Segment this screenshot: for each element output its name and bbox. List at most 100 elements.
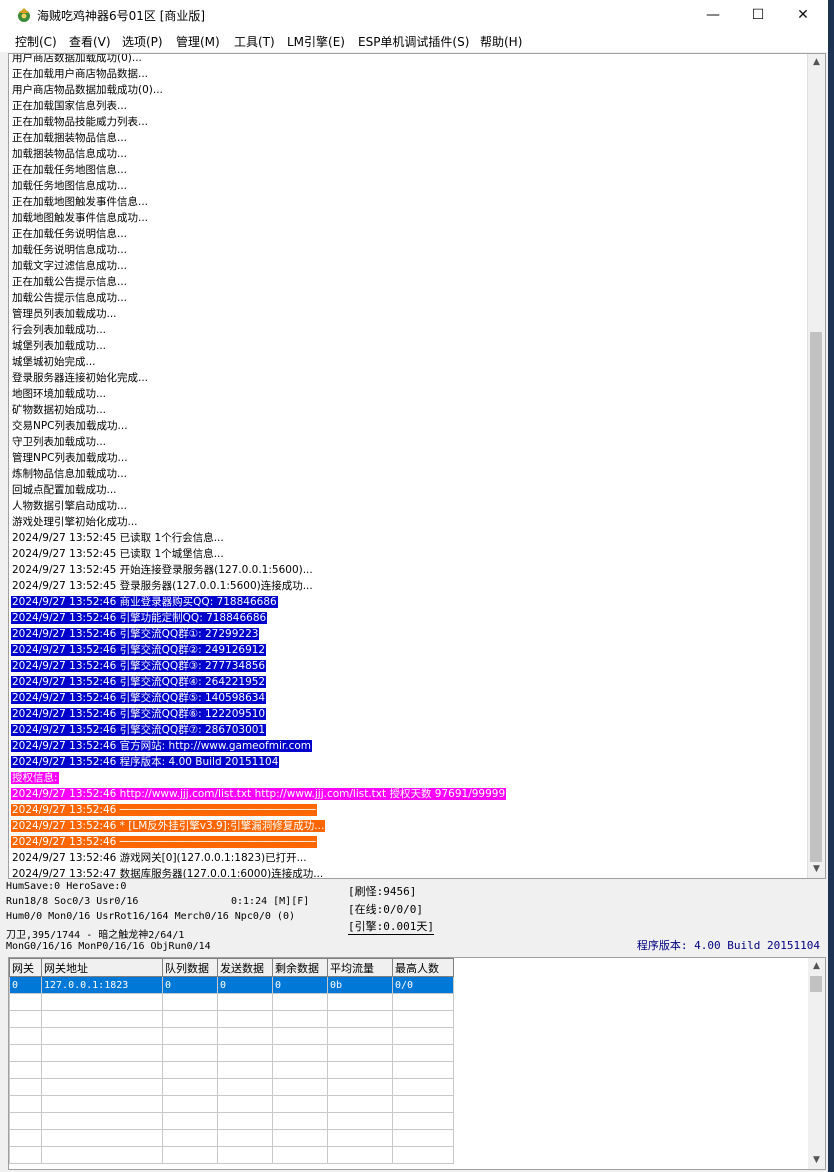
col-remain[interactable]: 剩余数据 (272, 958, 328, 977)
scroll-down-icon[interactable]: ▼ (808, 861, 825, 878)
table-cell (327, 1078, 393, 1096)
log-line: 人物数据引擎启动成功... (11, 498, 811, 514)
table-cell (162, 1129, 218, 1147)
table-cell: 127.0.0.1:1823 (41, 976, 163, 994)
col-avg-traffic[interactable]: 平均流量 (327, 958, 393, 977)
table-row[interactable] (9, 1010, 454, 1028)
table-cell (41, 1095, 163, 1113)
grid-scroll-down-icon[interactable]: ▼ (808, 1152, 825, 1169)
log-line: 2024/9/27 13:52:47 数据库服务器(127.0.0.1:6000… (11, 866, 811, 878)
log-panel[interactable]: 用户商店数据加载成功(0)... 正在加载用户商店物品数据... 用户商店物品数据加… (8, 53, 826, 879)
log-line-text: 2024/9/27 13:52:46 ─────────────────────… (11, 836, 317, 848)
log-line-text: 交易NPC列表加载成功... (12, 420, 128, 432)
menu-help[interactable]: 帮助(H) (480, 33, 522, 50)
table-cell (327, 1112, 393, 1130)
menu-esp-plugin[interactable]: ESP单机调试插件(S) (358, 33, 469, 50)
log-line-text: 正在加载国家信息列表... (12, 100, 128, 112)
table-cell (162, 1095, 218, 1113)
log-line: 2024/9/27 13:52:46 引擎交流QQ群⑦: 286703001 (11, 722, 811, 738)
log-line: 2024/9/27 13:52:45 已读取 1个行会信息... (11, 530, 811, 546)
table-cell (392, 1129, 454, 1147)
table-cell (41, 1129, 163, 1147)
log-line: 正在加载任务说明信息... (11, 226, 811, 242)
maximize-button[interactable]: ☐ (735, 0, 781, 30)
menu-tools[interactable]: 工具(T) (234, 33, 275, 50)
log-line-text: 2024/9/27 13:52:46 商业登录器购买QQ: 718846686 (11, 596, 278, 608)
app-icon (18, 8, 30, 22)
close-button[interactable]: ✕ (780, 0, 826, 30)
status-panel: HumSave:0 HeroSave:0 Run18/8 Soc0/3 Usr0… (6, 880, 826, 956)
menu-control[interactable]: 控制(C) (15, 33, 57, 50)
table-cell (9, 1095, 42, 1113)
log-line: 正在加载用户商店物品数据... (11, 66, 811, 82)
table-cell (327, 1146, 393, 1164)
log-line: 2024/9/27 13:52:46 引擎功能定制QQ: 718846686 (11, 610, 811, 626)
table-row[interactable] (9, 1146, 454, 1164)
table-cell (217, 993, 273, 1011)
table-row[interactable] (9, 1112, 454, 1130)
table-cell (217, 1146, 273, 1164)
menu-lm-engine[interactable]: LM引擎(E) (287, 33, 345, 50)
log-scrollbar[interactable]: ▲ ▼ (807, 54, 825, 878)
table-row[interactable]: 0 127.0.0.1:1823 0 0 0 0b 0/0 (9, 976, 454, 994)
grid-scrollbar[interactable]: ▲ ▼ (808, 958, 825, 1169)
table-row[interactable] (9, 1078, 454, 1096)
table-row[interactable] (9, 1095, 454, 1113)
scroll-up-icon[interactable]: ▲ (808, 54, 825, 71)
log-line: 加载任务地图信息成功... (11, 178, 811, 194)
log-line-text: 炼制物品信息加载成功... (12, 468, 128, 480)
title-bar[interactable]: 海贼吃鸡神器6号01区 [商业版] — ☐ ✕ (0, 0, 828, 30)
log-line-text: 2024/9/27 13:52:46 引擎交流QQ群⑤: 140598634 (11, 692, 267, 704)
table-row[interactable] (9, 1129, 454, 1147)
table-cell (9, 1027, 42, 1045)
status-save-count: HumSave:0 HeroSave:0 (6, 881, 127, 892)
log-line: 加载捆装物品信息成功... (11, 146, 811, 162)
log-line-text: 城堡城初始完成... (12, 356, 96, 368)
menu-bar: 控制(C) 查看(V) 选项(P) 管理(M) 工具(T) LM引擎(E) ES… (0, 30, 828, 52)
log-line: 2024/9/27 13:52:46 游戏网关[0](127.0.0.1:182… (11, 850, 811, 866)
log-line: 正在加载地图触发事件信息... (11, 194, 811, 210)
col-max-users[interactable]: 最高人数 (392, 958, 454, 977)
log-line: 2024/9/27 13:52:46 引擎交流QQ群②: 249126912 (11, 642, 811, 658)
menu-manage[interactable]: 管理(M) (176, 33, 220, 50)
table-cell (162, 993, 218, 1011)
col-send[interactable]: 发送数据 (217, 958, 273, 977)
log-line: 炼制物品信息加载成功... (11, 466, 811, 482)
log-line: 2024/9/27 13:52:46 商业登录器购买QQ: 718846686 (11, 594, 811, 610)
log-line-text: 2024/9/27 13:52:46 引擎交流QQ群③: 277734856 (11, 660, 267, 672)
grid-scroll-up-icon[interactable]: ▲ (808, 958, 825, 975)
table-cell (272, 1044, 328, 1062)
table-row[interactable] (9, 993, 454, 1011)
scroll-thumb[interactable] (810, 332, 822, 862)
table-row[interactable] (9, 1061, 454, 1079)
gateway-grid[interactable]: 网关 网关地址 队列数据 发送数据 剩余数据 平均流量 最高人数 0 127.0.… (8, 957, 826, 1170)
table-cell (327, 1095, 393, 1113)
grid-scroll-thumb[interactable] (810, 976, 822, 992)
table-row[interactable] (9, 1044, 454, 1062)
log-line-text: 守卫列表加载成功... (12, 436, 107, 448)
minimize-button[interactable]: — (690, 0, 736, 30)
log-line-text: 正在加载任务地图信息... (12, 164, 128, 176)
log-line-text: 行会列表加载成功... (12, 324, 107, 336)
log-line: 用户商店数据加载成功(0)... (11, 54, 811, 66)
log-line-text: 2024/9/27 13:52:45 登录服务器(127.0.0.1:5600)… (12, 580, 313, 592)
table-cell (217, 1129, 273, 1147)
log-line: 加载地图触发事件信息成功... (11, 210, 811, 226)
col-gateway[interactable]: 网关 (9, 958, 42, 977)
table-cell (217, 1010, 273, 1028)
table-row[interactable] (9, 1027, 454, 1045)
table-cell (392, 1027, 454, 1045)
table-cell (9, 1078, 42, 1096)
menu-options[interactable]: 选项(P) (122, 33, 163, 50)
log-line: 2024/9/27 13:52:46 引擎交流QQ群③: 277734856 (11, 658, 811, 674)
menu-view[interactable]: 查看(V) (69, 33, 111, 50)
table-cell (327, 1027, 393, 1045)
log-line: 登录服务器连接初始化完成... (11, 370, 811, 386)
table-cell (41, 1078, 163, 1096)
table-cell (327, 1010, 393, 1028)
log-line-text: 游戏处理引擎初始化成功... (12, 516, 138, 528)
col-address[interactable]: 网关地址 (41, 958, 163, 977)
col-queue[interactable]: 队列数据 (162, 958, 218, 977)
table-cell: 0b (327, 976, 393, 994)
table-cell (392, 1112, 454, 1130)
